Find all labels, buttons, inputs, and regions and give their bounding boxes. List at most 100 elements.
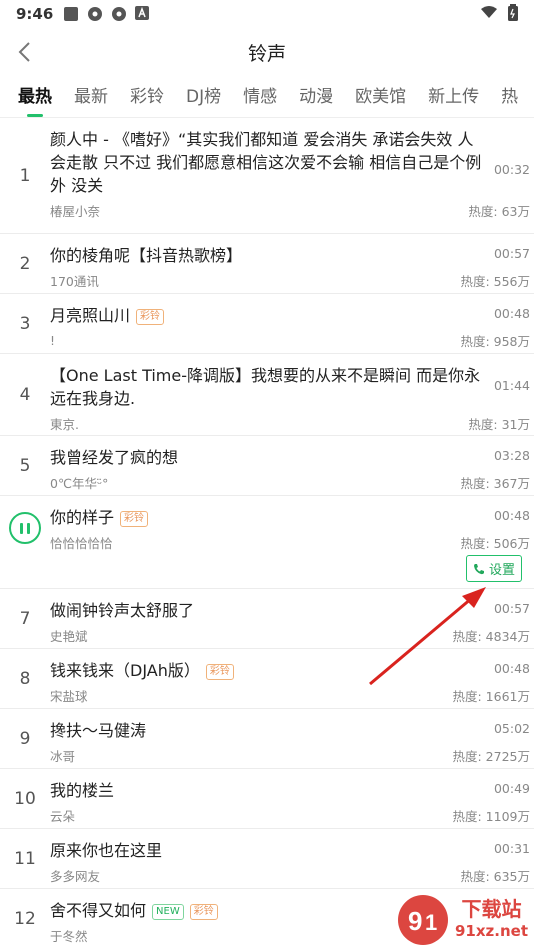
heat-count: 热度: 2725万 — [452, 749, 531, 764]
rank-number: 7 — [19, 608, 31, 629]
duration: 00:32 — [493, 162, 530, 177]
gallery-icon — [63, 6, 79, 22]
status-bar: 9:46 — [0, 0, 534, 28]
svg-text:9: 9 — [408, 906, 422, 936]
set-ringtone-button[interactable]: 设置 — [465, 555, 522, 582]
artist-name: ! — [50, 333, 56, 348]
artist-name: 椿屋小奈 — [50, 204, 101, 219]
rank-number: 8 — [19, 668, 31, 689]
tab-dj-chart[interactable]: DJ榜 — [186, 82, 221, 117]
artist-name: 東京. — [50, 417, 79, 432]
song-title: 搀扶～马健涛 — [50, 721, 147, 740]
artist-name: 冰哥 — [50, 749, 76, 764]
heat-count: 热度: 31万 — [468, 417, 530, 432]
artist-name: 0℃年华ᵕ̈° — [50, 476, 109, 491]
artist-name: 170通讯 — [50, 274, 99, 289]
watermark-url: 91xz.net — [454, 922, 528, 940]
artist-name: 云朵 — [50, 809, 76, 824]
rank-number: 12 — [14, 909, 36, 929]
color-ring-badge: 彩铃 — [120, 510, 149, 527]
song-title: 做闹钟铃声太舒服了 — [50, 601, 195, 620]
watermark-text: 下载站 — [461, 897, 522, 921]
song-title: 我曾经发了疯的想 — [50, 448, 179, 467]
list-item[interactable]: 5 我曾经发了疯的想 0℃年华ᵕ̈° 热度: 367万 03:28 — [0, 436, 534, 496]
set-label: 设置 — [488, 563, 515, 578]
list-item[interactable]: 7 做闹钟铃声太舒服了 史艳斌 热度: 4834万 00:57 — [0, 589, 534, 649]
status-time: 9:46 — [16, 5, 54, 23]
tab-new-upload[interactable]: 新上传 — [428, 82, 479, 117]
list-item[interactable]: 11 原来你也在这里 多多网友 热度: 635万 00:31 — [0, 829, 534, 889]
heat-count: 热度: 506万 — [460, 536, 530, 551]
heat-count: 热度: 4834万 — [452, 629, 531, 644]
artist-name: 恰恰恰恰恰 — [50, 536, 113, 551]
heat-count: 热度: 635万 — [460, 869, 530, 884]
duration: 03:28 — [493, 448, 530, 463]
song-title: 钱来钱来（DJAh版） — [50, 661, 200, 680]
duration: 00:48 — [493, 661, 530, 676]
svg-text:1: 1 — [425, 910, 437, 935]
list-item[interactable]: 4 【One Last Time-降调版】我想要的从来不是瞬间 而是你永远在我身… — [0, 354, 534, 436]
back-button[interactable] — [8, 36, 40, 68]
chevron-left-icon — [18, 42, 30, 62]
rank-number: 1 — [19, 165, 31, 186]
duration: 00:49 — [493, 781, 530, 796]
tab-western[interactable]: 欧美馆 — [355, 82, 406, 117]
heat-count: 热度: 367万 — [460, 476, 530, 491]
list-item-playing[interactable]: 你的样子 彩铃 恰恰恰恰恰 热度: 506万 00:48 设置 — [0, 496, 534, 589]
tab-anime[interactable]: 动漫 — [299, 82, 333, 117]
heat-count: 热度: 1661万 — [452, 689, 531, 704]
rank-number: 11 — [14, 848, 36, 869]
artist-name: 宋盐球 — [50, 689, 88, 704]
song-title: 颜人中 - 《嗜好》“其实我们都知道 爱会消失 承诺会失效 人会走散 只不过 我… — [50, 130, 482, 195]
wifi-icon — [480, 5, 498, 23]
tab-hot[interactable]: 热 — [501, 82, 518, 117]
tab-color-ring[interactable]: 彩铃 — [130, 82, 164, 117]
duration: 05:02 — [493, 721, 530, 736]
duration: 00:31 — [493, 841, 530, 856]
heat-count: 热度: 958万 — [460, 334, 530, 349]
heat-count: 热度: 556万 — [460, 274, 530, 289]
list-item[interactable]: 9 搀扶～马健涛 冰哥 热度: 2725万 05:02 — [0, 709, 534, 769]
site-logo-icon: 9 1 — [397, 895, 448, 945]
duration: 00:57 — [493, 246, 530, 261]
a-letter-icon — [135, 6, 151, 22]
battery-icon — [508, 3, 518, 25]
duration: 00:48 — [493, 508, 530, 523]
app-notification-icon — [87, 6, 103, 22]
list-item[interactable]: 2 你的棱角呢【抖音热歌榜】 170通讯 热度: 556万 00:57 — [0, 234, 534, 294]
page-title: 铃声 — [247, 42, 286, 65]
category-tabs: 最热 最新 彩铃 DJ榜 情感 动漫 欧美馆 新上传 热 — [0, 76, 534, 118]
list-item[interactable]: 10 我的楼兰 云朵 热度: 1109万 00:49 — [0, 769, 534, 829]
artist-name: 多多网友 — [50, 869, 101, 884]
phone-icon — [473, 563, 484, 574]
rank-number: 9 — [19, 728, 31, 749]
pause-icon — [20, 522, 23, 534]
tab-emotion[interactable]: 情感 — [243, 82, 277, 117]
rank-number: 10 — [14, 788, 36, 809]
song-title: 你的棱角呢【抖音热歌榜】 — [50, 246, 243, 265]
rank-number: 2 — [19, 253, 31, 274]
list-item[interactable]: 3 月亮照山川 彩铃 ! 热度: 958万 00:48 — [0, 294, 534, 354]
app-notification-icon — [111, 6, 127, 22]
title-bar: 铃声 — [0, 28, 534, 76]
duration: 01:44 — [493, 378, 530, 393]
song-title: 你的样子 — [50, 508, 115, 527]
color-ring-badge: 彩铃 — [205, 663, 234, 680]
list-item[interactable]: 8 钱来钱来（DJAh版） 彩铃 宋盐球 热度: 1661万 00:48 — [0, 649, 534, 709]
duration: 00:57 — [493, 601, 530, 616]
artist-name: 史艳斌 — [50, 629, 88, 644]
ringtone-list: 1 颜人中 - 《嗜好》“其实我们都知道 爱会消失 承诺会失效 人会走散 只不过… — [0, 118, 534, 949]
song-title: 【One Last Time-降调版】我想要的从来不是瞬间 而是你永远在我身边. — [50, 366, 481, 408]
rank-number: 5 — [19, 455, 31, 476]
color-ring-badge: 彩铃 — [189, 903, 218, 920]
color-ring-badge: 彩铃 — [136, 308, 165, 325]
duration: 00:48 — [493, 306, 530, 321]
song-title: 原来你也在这里 — [50, 841, 163, 860]
song-title: 我的楼兰 — [50, 781, 115, 800]
rank-number: 4 — [19, 384, 31, 405]
new-badge: NEW — [152, 903, 184, 920]
tab-newest[interactable]: 最新 — [74, 82, 108, 117]
pause-button[interactable] — [9, 512, 41, 544]
tab-hottest[interactable]: 最热 — [18, 82, 52, 117]
list-item[interactable]: 1 颜人中 - 《嗜好》“其实我们都知道 爱会消失 承诺会失效 人会走散 只不过… — [0, 118, 534, 234]
